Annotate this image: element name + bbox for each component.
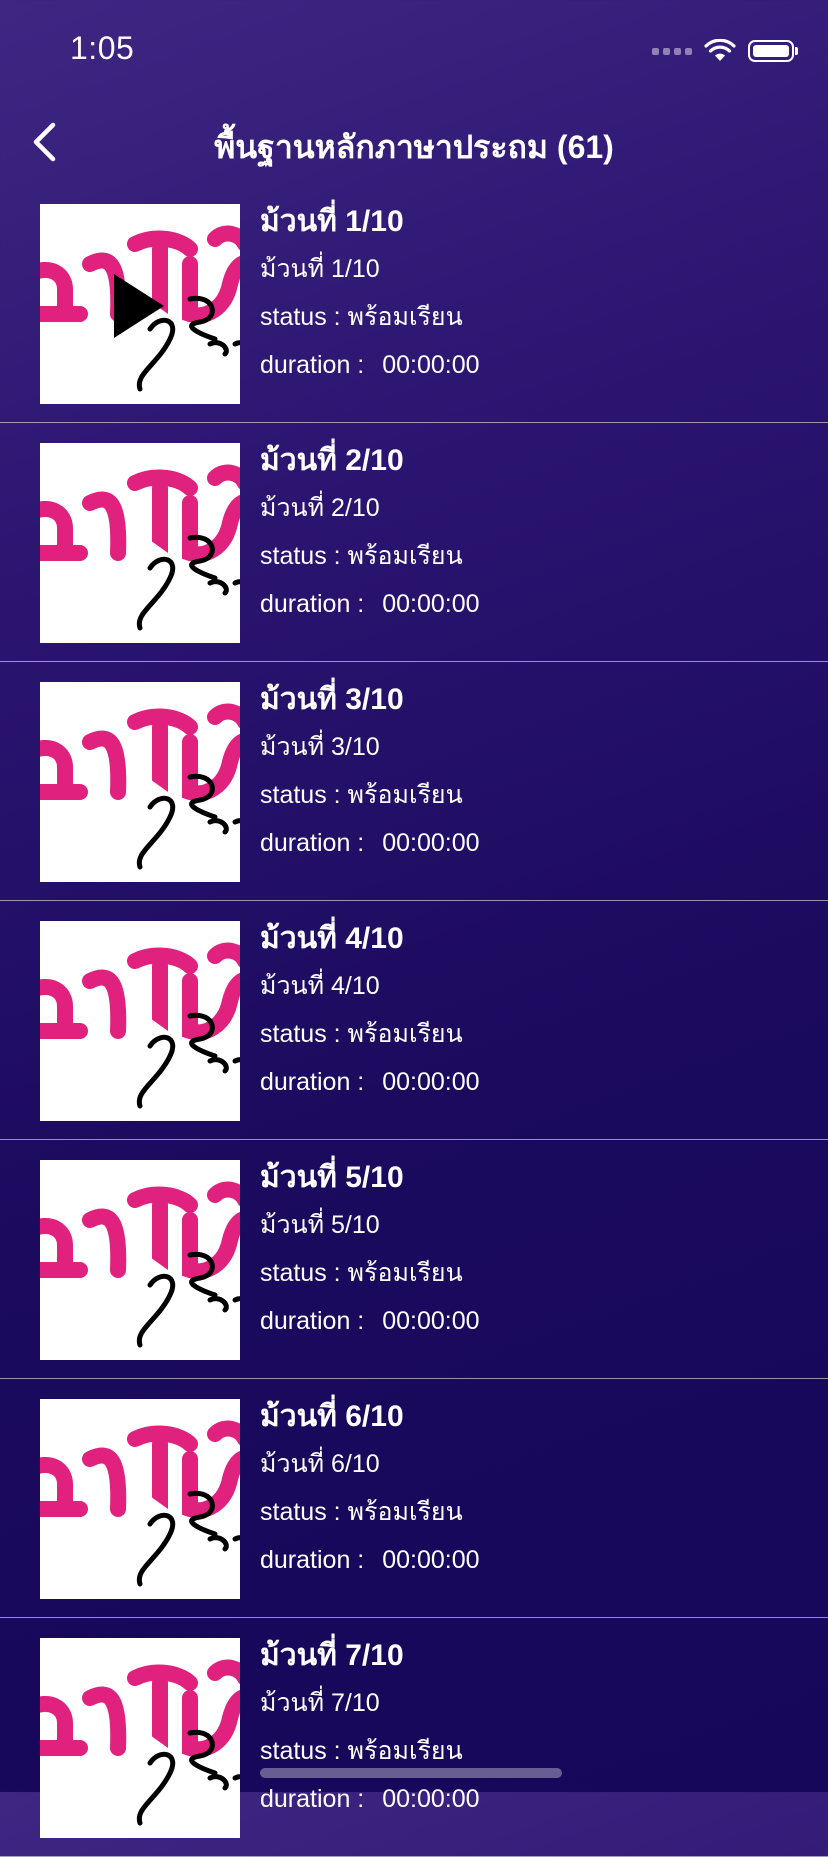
episode-subtitle: ม้วนที่ 1/10	[260, 255, 380, 283]
status-value: พร้อมเรียน	[347, 781, 463, 809]
duration-label: duration :	[260, 1785, 365, 1813]
navigation-bar: พื้นฐานหลักภาษาประถม (61)	[0, 100, 828, 184]
status-label: status :	[260, 542, 341, 570]
episode-status: status : พร้อมเรียน	[260, 1736, 808, 1766]
episode-title: ม้วนที่ 1/10	[260, 205, 404, 238]
episode-status: status : พร้อมเรียน	[260, 1258, 808, 1288]
episode-info: ม้วนที่ 1/10 ม้วนที่ 1/10 status : พร้อม…	[260, 198, 808, 380]
duration-value: 00:00:00	[382, 1068, 480, 1096]
list-item[interactable]: ม้วนที่ 1/10 ม้วนที่ 1/10 status : พร้อม…	[0, 184, 828, 423]
course-logo-image	[40, 1659, 240, 1826]
list-item[interactable]: ม้วนที่ 3/10 ม้วนที่ 3/10 status : พร้อม…	[0, 662, 828, 901]
episode-status: status : พร้อมเรียน	[260, 780, 808, 810]
episode-subtitle: ม้วนที่ 2/10	[260, 494, 380, 522]
status-bar: 1:05	[0, 0, 828, 100]
episode-title: ม้วนที่ 6/10	[260, 1400, 404, 1433]
episode-info: ม้วนที่ 2/10 ม้วนที่ 2/10 status : พร้อม…	[260, 437, 808, 619]
duration-value: 00:00:00	[382, 1546, 480, 1574]
status-value: พร้อมเรียน	[347, 1737, 463, 1765]
episode-thumbnail[interactable]	[40, 1399, 240, 1599]
episode-duration: duration : 00:00:00	[260, 828, 808, 858]
status-icons	[652, 36, 798, 66]
duration-label: duration :	[260, 1546, 365, 1574]
episode-subtitle: ม้วนที่ 6/10	[260, 1450, 380, 1478]
status-label: status :	[260, 1259, 341, 1287]
status-value: พร้อมเรียน	[347, 303, 463, 331]
episode-info: ม้วนที่ 7/10 ม้วนที่ 7/10 status : พร้อม…	[260, 1632, 808, 1814]
episode-info: ม้วนที่ 5/10 ม้วนที่ 5/10 status : พร้อม…	[260, 1154, 808, 1336]
list-item[interactable]: ม้วนที่ 2/10 ม้วนที่ 2/10 status : พร้อม…	[0, 423, 828, 662]
course-logo-image	[40, 1181, 240, 1348]
status-label: status :	[260, 1498, 341, 1526]
episode-subtitle: ม้วนที่ 4/10	[260, 972, 380, 1000]
duration-label: duration :	[260, 590, 365, 618]
episode-thumbnail[interactable]	[40, 1638, 240, 1838]
page-title: พื้นฐานหลักภาษาประถม (61)	[214, 129, 614, 165]
episode-subtitle: ม้วนที่ 3/10	[260, 733, 380, 761]
list-item[interactable]: ม้วนที่ 7/10 ม้วนที่ 7/10 status : พร้อม…	[0, 1618, 828, 1857]
status-label: status :	[260, 781, 341, 809]
status-label: status :	[260, 1020, 341, 1048]
course-logo-image	[40, 1420, 240, 1587]
episode-duration: duration : 00:00:00	[260, 1545, 808, 1575]
duration-value: 00:00:00	[382, 829, 480, 857]
duration-label: duration :	[260, 351, 365, 379]
episode-title: ม้วนที่ 5/10	[260, 1161, 404, 1194]
episode-subtitle: ม้วนที่ 5/10	[260, 1211, 380, 1239]
duration-value: 00:00:00	[382, 1307, 480, 1335]
episode-duration: duration : 00:00:00	[260, 350, 808, 380]
episode-title: ม้วนที่ 7/10	[260, 1639, 404, 1672]
episode-thumbnail[interactable]	[40, 682, 240, 882]
status-label: status :	[260, 1737, 341, 1765]
battery-icon	[748, 40, 798, 62]
play-icon[interactable]	[114, 274, 164, 338]
episode-status: status : พร้อมเรียน	[260, 302, 808, 332]
episode-title: ม้วนที่ 4/10	[260, 922, 404, 955]
episode-status: status : พร้อมเรียน	[260, 1497, 808, 1527]
episode-thumbnail[interactable]	[40, 1160, 240, 1360]
status-value: พร้อมเรียน	[347, 1259, 463, 1287]
list-item[interactable]: ม้วนที่ 6/10 ม้วนที่ 6/10 status : พร้อม…	[0, 1379, 828, 1618]
cellular-signal-icon	[652, 47, 692, 55]
status-time: 1:05	[70, 30, 135, 66]
status-value: พร้อมเรียน	[347, 1498, 463, 1526]
status-label: status :	[260, 303, 341, 331]
episode-list[interactable]: ม้วนที่ 1/10 ม้วนที่ 1/10 status : พร้อม…	[0, 184, 828, 1857]
duration-value: 00:00:00	[382, 1785, 480, 1813]
episode-title: ม้วนที่ 3/10	[260, 683, 404, 716]
duration-value: 00:00:00	[382, 590, 480, 618]
course-logo-image	[40, 942, 240, 1109]
episode-status: status : พร้อมเรียน	[260, 541, 808, 571]
list-item[interactable]: ม้วนที่ 5/10 ม้วนที่ 5/10 status : พร้อม…	[0, 1140, 828, 1379]
duration-label: duration :	[260, 1068, 365, 1096]
episode-thumbnail[interactable]	[40, 204, 240, 404]
duration-value: 00:00:00	[382, 351, 480, 379]
episode-duration: duration : 00:00:00	[260, 1067, 808, 1097]
status-value: พร้อมเรียน	[347, 542, 463, 570]
duration-label: duration :	[260, 829, 365, 857]
list-item[interactable]: ม้วนที่ 4/10 ม้วนที่ 4/10 status : พร้อม…	[0, 901, 828, 1140]
course-logo-image	[40, 464, 240, 631]
episode-thumbnail[interactable]	[40, 443, 240, 643]
episode-info: ม้วนที่ 6/10 ม้วนที่ 6/10 status : พร้อม…	[260, 1393, 808, 1575]
episode-thumbnail[interactable]	[40, 921, 240, 1121]
episode-subtitle: ม้วนที่ 7/10	[260, 1689, 380, 1717]
status-value: พร้อมเรียน	[347, 1020, 463, 1048]
episode-duration: duration : 00:00:00	[260, 1784, 808, 1814]
episode-title: ม้วนที่ 2/10	[260, 444, 404, 477]
episode-duration: duration : 00:00:00	[260, 589, 808, 619]
wifi-icon	[704, 39, 736, 61]
episode-duration: duration : 00:00:00	[260, 1306, 808, 1336]
course-logo-image	[40, 703, 240, 870]
episode-info: ม้วนที่ 4/10 ม้วนที่ 4/10 status : พร้อม…	[260, 915, 808, 1097]
home-indicator	[260, 1768, 562, 1778]
duration-label: duration :	[260, 1307, 365, 1335]
episode-info: ม้วนที่ 3/10 ม้วนที่ 3/10 status : พร้อม…	[260, 676, 808, 858]
episode-status: status : พร้อมเรียน	[260, 1019, 808, 1049]
